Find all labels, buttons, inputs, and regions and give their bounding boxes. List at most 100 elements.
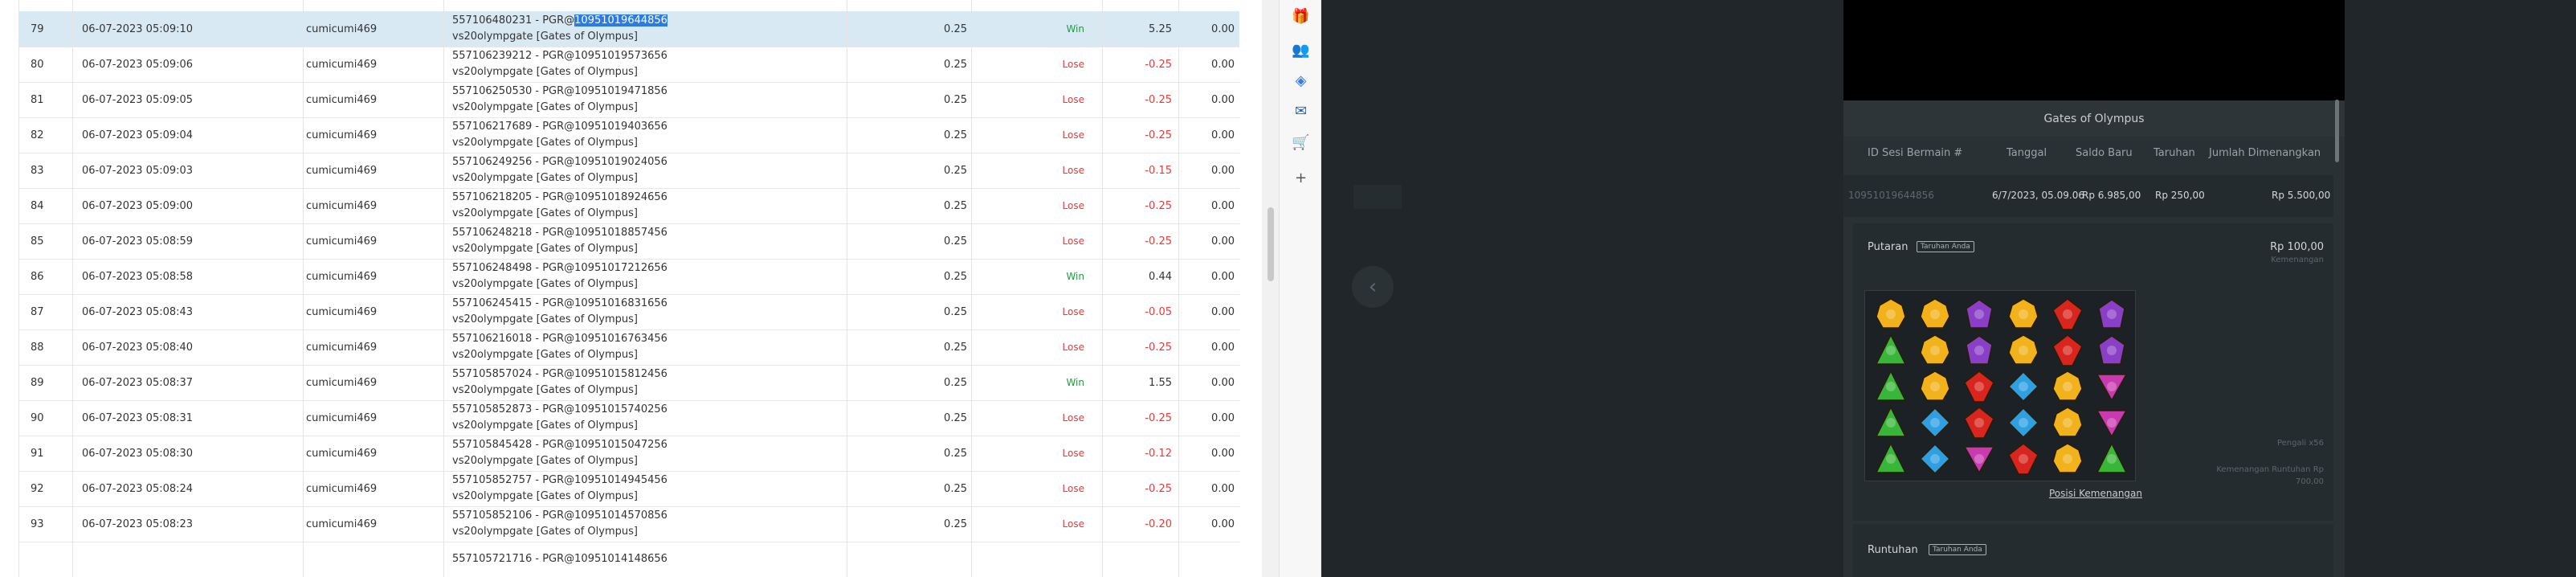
row-bet: 0.25 (847, 117, 971, 153)
table-row[interactable]: 92 06-07-2023 05:08:24 cumicumi469 55710585… (18, 471, 1239, 507)
row-amount: 0.44 (1102, 259, 1178, 294)
cascade-win-label: Kemenangan Runtuhan Rp (2216, 465, 2324, 474)
row-number: 85 (18, 223, 72, 259)
table-row[interactable]: 81 06-07-2023 05:09:05 cumicumi469 55710625… (18, 82, 1239, 118)
row-result: Lose (971, 82, 1102, 117)
win-positions-link[interactable]: Posisi Kemenangan (2049, 488, 2142, 499)
row-result: Lose (971, 117, 1102, 153)
row-amount: -0.25 (1102, 117, 1178, 153)
transaction-id: 557105845428 - PGR@10951015047256 (452, 439, 667, 451)
row-number: 89 (18, 365, 72, 400)
row-amount: -0.25 (1102, 400, 1178, 436)
row-result: Lose (971, 47, 1102, 82)
row-number: 92 (18, 471, 72, 506)
modal-scrollbar[interactable] (2335, 100, 2339, 162)
game-name: vs20olympgate [Gates of Olympus] (452, 526, 638, 538)
table-row[interactable]: 83 06-07-2023 05:09:03 cumicumi469 55710624… (18, 153, 1239, 189)
transaction-id: 557105852757 - PGR@10951014945456 (452, 474, 667, 486)
header-balance: Saldo Baru (2076, 147, 2133, 159)
purple-gem-icon (2094, 334, 2129, 367)
table-row[interactable]: 86 06-07-2023 05:08:58 cumicumi469 55710624… (18, 259, 1239, 295)
row-description: 557106248218 - PGR@10951018857456 vs20oly… (443, 223, 847, 259)
row-date: 06-07-2023 05:08:31 (72, 400, 303, 436)
modal-title: Gates of Olympus (1843, 100, 2345, 137)
transaction-id: 557106250530 - PGR@10951019471856 (452, 85, 667, 97)
row-amount: -0.25 (1102, 329, 1178, 365)
gold-gem-icon (1873, 297, 1909, 331)
shopping-cart-icon[interactable]: 🛒 (1280, 133, 1322, 152)
selected-text[interactable]: 10951019644856 (574, 14, 667, 27)
table-row[interactable]: 88 06-07-2023 05:08:40 cumicumi469 55710621… (18, 329, 1239, 366)
header-date: Tanggal (2007, 147, 2047, 159)
row-description: 557106218205 - PGR@10951018924656 vs20oly… (443, 188, 847, 223)
row-description: 557106249256 - PGR@10951019024056 vs20oly… (443, 153, 847, 188)
table-row[interactable]: 82 06-07-2023 05:09:04 cumicumi469 55710621… (18, 117, 1239, 153)
row-user: cumicumi469 (303, 82, 443, 117)
browser-sidebar: 🎁 👥 ◈ ✉ 🛒 + (1279, 0, 1321, 577)
plus-icon[interactable]: + (1280, 168, 1322, 187)
row-user: cumicumi469 (303, 400, 443, 436)
outlook-icon[interactable]: ✉ (1280, 101, 1322, 121)
your-bet-badge: Taruhan Anda (1917, 241, 1974, 252)
row-result: Lose (971, 400, 1102, 436)
row-jackpot: 0.00 (1178, 329, 1239, 365)
table-row[interactable]: 85 06-07-2023 05:08:59 cumicumi469 55710624… (18, 223, 1239, 260)
table-row[interactable]: 90 06-07-2023 05:08:31 cumicumi469 55710585… (18, 400, 1239, 436)
row-description: vs20olgimfBB [Infini88 Gate of Olympus] (443, 0, 847, 11)
row-description: 557106245415 - PGR@10951016831656 vs20oly… (443, 294, 847, 329)
back-arrow-button[interactable]: ‹ (1352, 266, 1394, 308)
row-date: 06-07-2023 05:08:58 (72, 259, 303, 294)
dark-overlay[interactable]: ‹ Gates of Olympus ID Sesi Bermain # Tan… (1321, 0, 2576, 577)
table-row[interactable]: 79 06-07-2023 05:09:10 cumicumi469 55710648… (18, 11, 1239, 47)
game-name: vs20olympgate [Gates of Olympus] (452, 31, 638, 43)
purple-gem-icon (1962, 297, 1997, 331)
green-gem-icon (2094, 442, 2129, 476)
row-amount: -0.25 (1102, 47, 1178, 82)
transaction-id: 557105852873 - PGR@10951015740256 (452, 403, 667, 415)
people-icon[interactable]: 👥 (1280, 40, 1322, 59)
row-result: Win (971, 365, 1102, 400)
row-user: cumicumi469 (303, 436, 443, 471)
copilot-icon[interactable]: ◈ (1280, 71, 1322, 90)
row-bet: 0.25 (847, 329, 971, 365)
table-row[interactable]: 89 06-07-2023 05:08:37 cumicumi469 55710585… (18, 365, 1239, 401)
game-name: vs20olympgate [Gates of Olympus] (452, 243, 638, 255)
table-row[interactable]: 557105721716 - PGR@10951014148656 (18, 542, 1239, 577)
game-name: vs20olympgate [Gates of Olympus] (452, 207, 638, 219)
row-amount: 5.25 (1102, 11, 1178, 47)
blue-gem-icon (1917, 442, 1953, 476)
row-bet: 0.25 (847, 365, 971, 400)
scrollbar-thumb[interactable] (1268, 207, 1274, 281)
row-bet: 0.25 (847, 436, 971, 471)
row-jackpot: 0.00 (1178, 259, 1239, 294)
row-description: 557105852757 - PGR@10951014945456 vs20oly… (443, 471, 847, 506)
row-date: 06-07-2023 05:08:37 (72, 365, 303, 400)
cascade-bet-badge: Taruhan Anda (1929, 544, 1986, 555)
transaction-id: 557105857024 - PGR@10951015812456 (452, 368, 667, 380)
table-row[interactable]: 7806-07-2023 05:12:22cumicumi469 vs20olgi… (18, 0, 1239, 12)
table-row[interactable]: 91 06-07-2023 05:08:30 cumicumi469 55710584… (18, 436, 1239, 472)
table-row[interactable]: 80 06-07-2023 05:09:06 cumicumi469 55710623… (18, 47, 1239, 83)
row-description: 557105852873 - PGR@10951015740256 vs20oly… (443, 400, 847, 436)
table-row[interactable]: 93 06-07-2023 05:08:23 cumicumi469 55710585… (18, 506, 1239, 542)
row-result (971, 542, 1102, 577)
row-description: 557106217689 - PGR@10951019403656 vs20oly… (443, 117, 847, 153)
row-number: 84 (18, 188, 72, 223)
game-name: vs20olympgate [Gates of Olympus] (452, 313, 638, 325)
table-row[interactable]: 84 06-07-2023 05:09:00 cumicumi469 55710621… (18, 188, 1239, 224)
scrollbar-track[interactable] (1262, 0, 1279, 577)
red-gem-icon (1962, 370, 1997, 403)
row-jackpot: 0.00 (1178, 188, 1239, 223)
row-description: 557105857024 - PGR@10951015812456 vs20oly… (443, 365, 847, 400)
row-user: cumicumi469 (303, 0, 443, 11)
row-result: Lose (971, 471, 1102, 506)
table-row[interactable]: 87 06-07-2023 05:08:43 cumicumi469 55710624… (18, 294, 1239, 330)
header-session-id: ID Sesi Bermain # (1868, 147, 1963, 159)
green-gem-icon (1873, 370, 1909, 403)
row-jackpot: 0.00 (1178, 117, 1239, 153)
row-amount: 0.51 (1102, 0, 1178, 11)
row-user: cumicumi469 (303, 47, 443, 82)
gift-icon[interactable]: 🎁 (1280, 6, 1322, 26)
row-amount: -0.15 (1102, 153, 1178, 188)
row-user: cumicumi469 (303, 259, 443, 294)
